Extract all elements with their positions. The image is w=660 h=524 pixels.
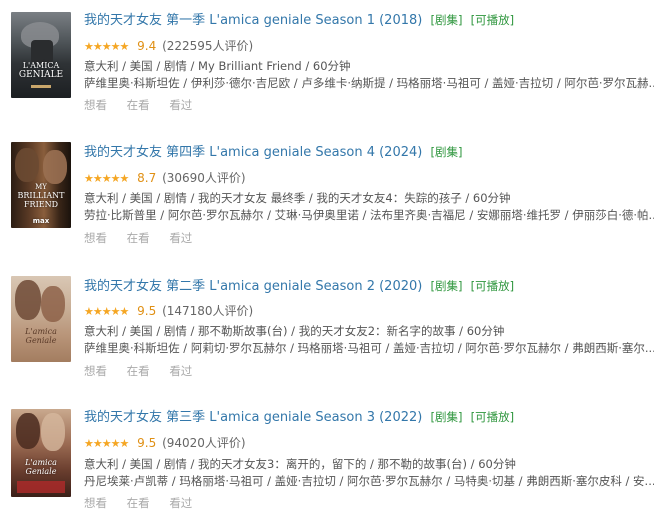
watched-link[interactable]: 看过 xyxy=(169,496,192,510)
rating-stars-icon: ★★★★★ xyxy=(84,172,129,185)
action-links: 想看 在看 看过 xyxy=(84,363,208,379)
poster-title-text: GENIALE xyxy=(18,70,64,80)
meta-info: 意大利 / 美国 / 剧情 / 我的天才女友3：离开的，留下的 / 那不勒的故事… xyxy=(84,457,516,471)
rating-count: (222595人评价) xyxy=(162,39,254,53)
result-item: L'amica Geniale 我的天才女友 第三季 L'amica genia… xyxy=(0,399,660,519)
rating-score: 9.5 xyxy=(137,436,157,450)
meta-info: 意大利 / 美国 / 剧情 / 我的天才女友 最终季 / 我的天才女友4：失踪的… xyxy=(84,191,511,205)
poster-title-text: Geniale xyxy=(25,467,57,476)
rating-score: 9.4 xyxy=(137,39,157,53)
tv-tag: [剧集] xyxy=(430,279,463,293)
want-to-watch-link[interactable]: 想看 xyxy=(84,496,107,510)
playable-tag[interactable]: [可播放] xyxy=(471,410,514,424)
rating-row: ★★★★★ 9.4 (222595人评价) xyxy=(84,38,253,54)
result-title-link[interactable]: 我的天才女友 第二季 L'amica geniale Season 2 (202… xyxy=(84,279,422,294)
poster-title-text: MY xyxy=(35,183,47,191)
watching-link[interactable]: 在看 xyxy=(127,98,150,112)
result-title-link[interactable]: 我的天才女友 第三季 L'amica geniale Season 3 (202… xyxy=(84,410,422,425)
rating-stars-icon: ★★★★★ xyxy=(84,437,129,450)
action-links: 想看 在看 看过 xyxy=(84,230,208,246)
result-item: L'amica Geniale 我的天才女友 第二季 L'amica genia… xyxy=(0,266,660,386)
rating-row: ★★★★★ 9.5 (147180人评价) xyxy=(84,303,253,319)
want-to-watch-link[interactable]: 想看 xyxy=(84,98,107,112)
poster-image[interactable]: L'amica Geniale xyxy=(11,276,71,362)
watched-link[interactable]: 看过 xyxy=(169,231,192,245)
watching-link[interactable]: 在看 xyxy=(127,231,150,245)
playable-tag[interactable]: [可播放] xyxy=(471,279,514,293)
poster-title-text: L'AMICA xyxy=(22,61,60,70)
watched-link[interactable]: 看过 xyxy=(169,98,192,112)
max-logo: max xyxy=(32,217,50,225)
poster-image[interactable]: MY BRILLIANT FRIEND max xyxy=(11,142,71,228)
result-item: MY BRILLIANT FRIEND max 我的天才女友 第四季 L'ami… xyxy=(0,132,660,252)
rating-row: ★★★★★ 9.5 (94020人评价) xyxy=(84,435,246,451)
poster-image[interactable]: L'amica Geniale xyxy=(11,409,71,497)
meta-info: 意大利 / 美国 / 剧情 / My Brilliant Friend / 60… xyxy=(84,59,351,73)
rating-count: (147180人评价) xyxy=(162,304,254,318)
poster-title-text: L'amica xyxy=(25,327,57,336)
cast-info: 丹尼埃莱·卢凯蒂 / 玛格丽塔·马祖可 / 盖娅·吉拉切 / 阿尔芭·罗尔瓦赫尔… xyxy=(84,474,654,488)
poster-title-text: Geniale xyxy=(25,336,57,345)
rating-score: 9.5 xyxy=(137,304,157,318)
watching-link[interactable]: 在看 xyxy=(127,364,150,378)
tv-tag: [剧集] xyxy=(430,145,463,159)
result-title-link[interactable]: 我的天才女友 第四季 L'amica geniale Season 4 (202… xyxy=(84,145,422,160)
title-row: 我的天才女友 第三季 L'amica geniale Season 3 (202… xyxy=(84,407,514,427)
poster-title-text: BRILLIANT xyxy=(17,191,65,200)
rating-row: ★★★★★ 8.7 (30690人评价) xyxy=(84,170,246,186)
want-to-watch-link[interactable]: 想看 xyxy=(84,231,107,245)
rating-count: (94020人评价) xyxy=(162,436,246,450)
cast-info: 萨维里奥·科斯坦佐 / 伊利莎·德尔·吉尼欧 / 卢多维卡·纳斯提 / 玛格丽塔… xyxy=(84,76,654,90)
title-row: 我的天才女友 第一季 L'amica geniale Season 1 (201… xyxy=(84,10,514,30)
rating-stars-icon: ★★★★★ xyxy=(84,40,129,53)
result-title-link[interactable]: 我的天才女友 第一季 L'amica geniale Season 1 (201… xyxy=(84,13,422,28)
poster-title-text: L'amica xyxy=(25,458,57,467)
cast-info: 劳拉·比斯普里 / 阿尔芭·罗尔瓦赫尔 / 艾琳·马伊奥里诺 / 法布里齐奥·吉… xyxy=(84,208,654,222)
poster-image[interactable]: L'AMICA GENIALE xyxy=(11,12,71,98)
title-row: 我的天才女友 第二季 L'amica geniale Season 2 (202… xyxy=(84,276,514,296)
title-row: 我的天才女友 第四季 L'amica geniale Season 4 (202… xyxy=(84,142,462,162)
rating-count: (30690人评价) xyxy=(162,171,246,185)
tv-tag: [剧集] xyxy=(430,410,463,424)
rating-stars-icon: ★★★★★ xyxy=(84,305,129,318)
meta-info: 意大利 / 美国 / 剧情 / 那不勒斯故事(台) / 我的天才女友2：新名字的… xyxy=(84,324,505,338)
poster-title-text: FRIEND xyxy=(24,200,58,209)
result-item: L'AMICA GENIALE 我的天才女友 第一季 L'amica genia… xyxy=(0,0,660,120)
want-to-watch-link[interactable]: 想看 xyxy=(84,364,107,378)
action-links: 想看 在看 看过 xyxy=(84,97,208,113)
watched-link[interactable]: 看过 xyxy=(169,364,192,378)
tv-tag: [剧集] xyxy=(430,13,463,27)
action-links: 想看 在看 看过 xyxy=(84,495,208,511)
playable-tag[interactable]: [可播放] xyxy=(471,13,514,27)
watching-link[interactable]: 在看 xyxy=(127,496,150,510)
rating-score: 8.7 xyxy=(137,171,157,185)
cast-info: 萨维里奥·科斯坦佐 / 阿莉切·罗尔瓦赫尔 / 玛格丽塔·马祖可 / 盖娅·吉拉… xyxy=(84,341,654,355)
